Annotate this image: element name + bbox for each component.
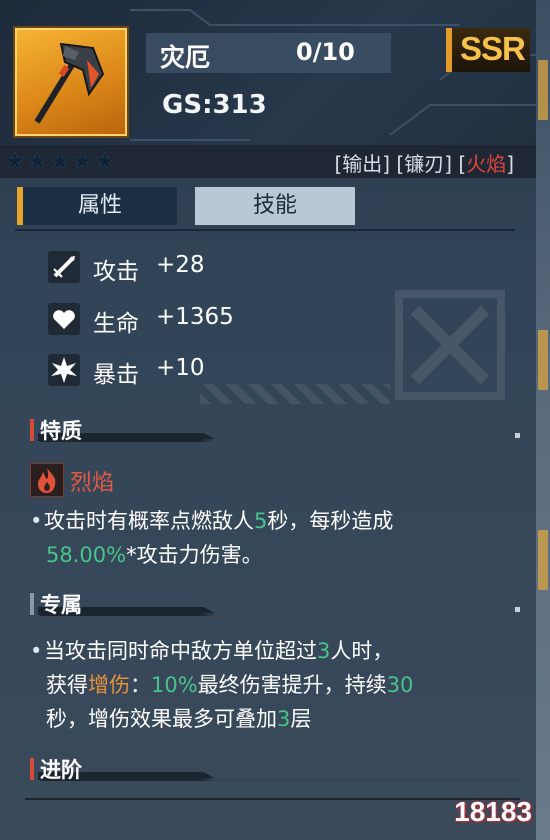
heart-icon bbox=[48, 303, 80, 335]
section-advance-title: 进阶 bbox=[40, 758, 82, 782]
item-name: 灾厄 bbox=[160, 43, 211, 72]
star-rating: ★★★★★ bbox=[4, 147, 117, 175]
exclusive-description: •当攻击同时命中敌方单位超过3人时， 获得增伤：10%最终伤害提升，持续30 秒… bbox=[30, 639, 414, 731]
scythe-icon bbox=[34, 42, 105, 124]
hazard-stripe-decoration bbox=[200, 384, 390, 404]
trait-name: 烈焰 bbox=[70, 471, 115, 496]
section-exclusive: 专属 bbox=[30, 593, 525, 617]
flame-icon bbox=[30, 463, 64, 497]
tab-skills[interactable]: 技能 bbox=[195, 187, 355, 225]
stat-attack-label: 攻击 bbox=[93, 259, 139, 285]
tag-element-close: ] bbox=[506, 152, 514, 176]
stat-attack-value: +28 bbox=[156, 252, 205, 278]
item-tags: [输出] [镰刃] [火焰] bbox=[334, 148, 514, 177]
section-trait-title: 特质 bbox=[40, 419, 82, 443]
item-level: 0/10 bbox=[296, 38, 355, 66]
stat-crit-value: +10 bbox=[156, 355, 205, 381]
stat-hp-label: 生命 bbox=[93, 311, 139, 337]
section-advance: 进阶 bbox=[30, 758, 525, 782]
weapon-icon[interactable] bbox=[15, 28, 127, 136]
tab-attributes[interactable]: 属性 bbox=[17, 187, 177, 225]
adjacent-card-marker bbox=[538, 60, 548, 120]
stat-crit-label: 暴击 bbox=[93, 362, 139, 388]
rarity-label: SSR bbox=[460, 30, 526, 67]
bottom-divider bbox=[25, 798, 520, 800]
site-logo: 18183 bbox=[454, 796, 532, 827]
crossed-swords-watermark-icon bbox=[395, 290, 505, 400]
section-exclusive-title: 专属 bbox=[40, 593, 82, 617]
trait-description: •攻击时有概率点燃敌人5秒，每秒造成 58.00%*攻击力伤害。 bbox=[30, 509, 394, 567]
section-trait: 特质 bbox=[30, 419, 525, 443]
tag-weapon-type: [镰刃] bbox=[396, 152, 453, 176]
tag-role: [输出] bbox=[334, 152, 391, 176]
item-detail-panel: 灾厄 0/10 GS:313 SSR ★★★★★ [输出] [镰刃] [火焰] … bbox=[0, 0, 550, 840]
rarity-badge: SSR bbox=[446, 28, 530, 72]
item-header: 灾厄 0/10 GS:313 SSR bbox=[0, 0, 536, 146]
tag-element: 火焰 bbox=[466, 152, 507, 176]
gear-score: GS:313 bbox=[162, 90, 267, 120]
tabs-divider bbox=[15, 229, 515, 231]
dagger-icon bbox=[48, 251, 80, 283]
adjacent-card-strip[interactable] bbox=[536, 0, 550, 840]
stat-hp-value: +1365 bbox=[156, 304, 234, 330]
adjacent-card-marker bbox=[538, 330, 548, 390]
burst-icon bbox=[48, 354, 80, 386]
adjacent-card-marker bbox=[538, 530, 548, 590]
